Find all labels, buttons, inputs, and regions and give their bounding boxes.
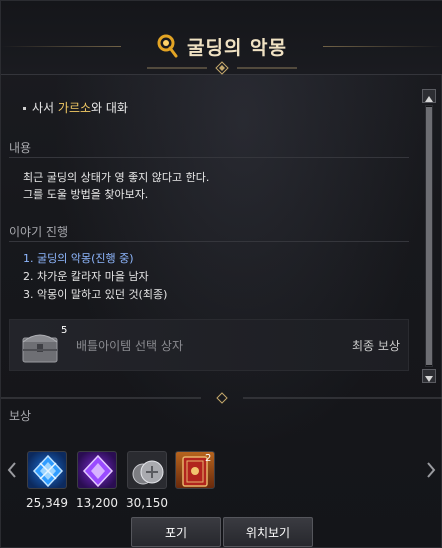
header-ornament	[147, 61, 297, 75]
chest-icon	[22, 334, 58, 363]
final-reward-name: 배틀아이템 선택 상자	[76, 339, 183, 353]
triangle-down-icon	[425, 376, 433, 382]
content-scrollbar[interactable]	[422, 89, 436, 383]
description-line-1: 최근 굴딩의 상태가 영 좋지 않다고 한다.	[23, 171, 210, 184]
chest-count: 5	[61, 325, 68, 336]
story-section-title: 이야기 진행	[9, 225, 69, 239]
locate-button[interactable]: 위치보기	[223, 517, 313, 547]
quest-content: 사서 가르소와 대화 내용 최근 굴딩의 상태가 영 좋지 않다고 한다. 그를…	[9, 83, 409, 383]
rewards-prev-arrow-icon[interactable]	[5, 460, 19, 480]
content-divider	[9, 157, 409, 158]
purple-crystal-icon	[82, 454, 114, 488]
silver-coins-icon	[132, 460, 164, 485]
reward-item-1[interactable]	[27, 451, 67, 489]
quest-panel: 굴딩의 악몽 사서 가르소와 대화 내용 최근 굴딩의 상태가 영 좋지 않다고…	[0, 0, 442, 548]
reward-item-3[interactable]	[127, 451, 167, 489]
triangle-up-icon	[425, 96, 433, 102]
objective-line: 사서 가르소와 대화	[23, 99, 128, 116]
scroll-up-button[interactable]	[422, 89, 436, 103]
content-section-title: 내용	[9, 141, 32, 155]
quest-title: 굴딩의 악몽	[186, 36, 287, 59]
rewards-next-arrow-icon[interactable]	[424, 460, 438, 480]
reward-item-3-value: 30,150	[126, 496, 168, 510]
abandon-button[interactable]: 포기	[131, 517, 221, 547]
final-reward-tag: 최종 보상	[352, 339, 400, 353]
quest-header: 굴딩의 악몽	[1, 1, 442, 75]
description-line-2: 그를 도울 방법을 찾아보자.	[23, 188, 149, 201]
objective-prefix: 사서	[32, 101, 58, 115]
reward-item-4-count: 2	[205, 453, 212, 464]
section-divider	[1, 392, 442, 404]
story-step-1[interactable]: 1. 굴딩의 악몽(진행 중)	[23, 251, 134, 267]
final-reward-row[interactable]: 5 배틀아이템 선택 상자 최종 보상	[9, 319, 409, 371]
title-wrap: 굴딩의 악몽	[1, 31, 442, 61]
objective-suffix: 와 대화	[91, 101, 128, 115]
scroll-down-button[interactable]	[422, 369, 436, 383]
story-divider	[9, 241, 409, 242]
reward-item-2[interactable]	[77, 451, 117, 489]
objective-npc-name[interactable]: 가르소	[58, 101, 91, 115]
rewards-title: 보상	[9, 409, 32, 423]
scroll-thumb[interactable]	[426, 107, 432, 365]
story-step-2[interactable]: 2. 차가운 칼라자 마을 남자	[23, 269, 149, 285]
bullet-dot	[23, 107, 26, 110]
quest-marker-icon	[157, 34, 178, 58]
story-step-3[interactable]: 3. 악몽이 말하고 있던 것(최종)	[23, 287, 167, 303]
blue-crystal-icon	[32, 454, 64, 488]
